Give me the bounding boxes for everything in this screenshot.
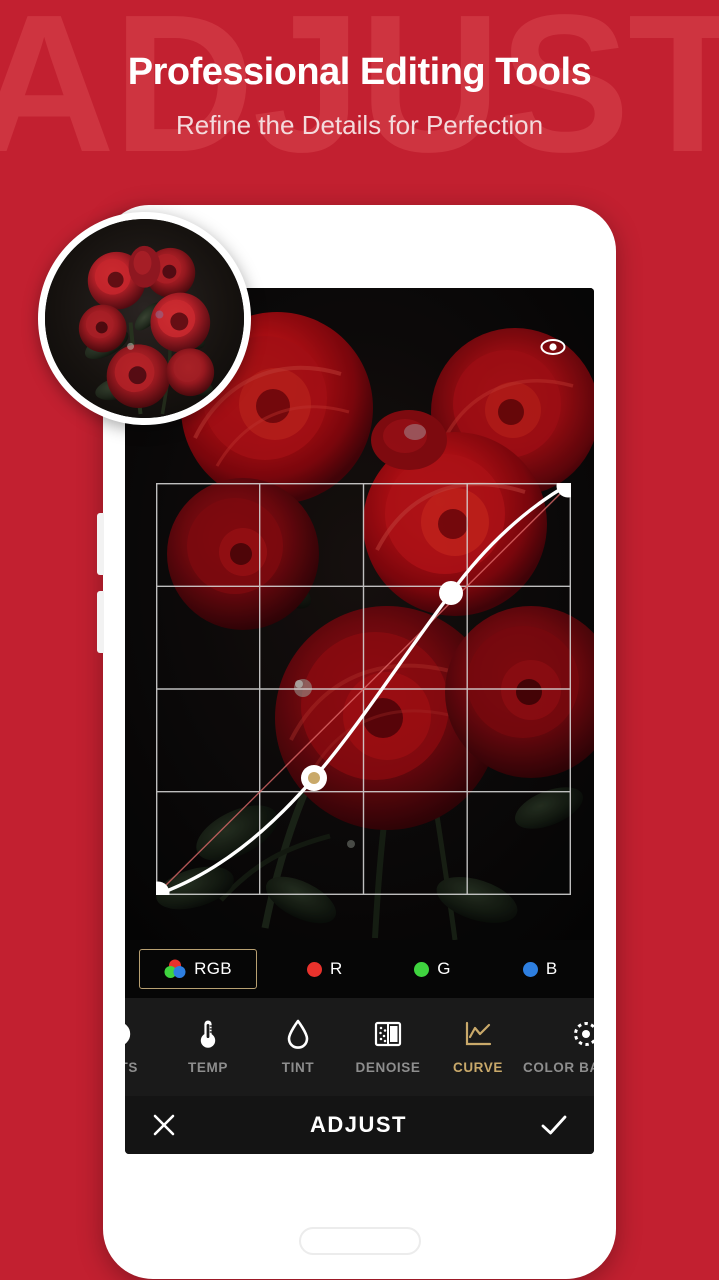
curve-point-midtones — [439, 581, 463, 605]
channel-r-label: R — [330, 959, 343, 978]
action-bar-title: ADJUST — [309, 1112, 407, 1137]
channel-b[interactable]: B — [486, 949, 594, 989]
tool-strip[interactable]: GHTS TEMP — [125, 998, 594, 1096]
dot-icon — [414, 961, 430, 977]
promo-header: Professional Editing Tools Refine the De… — [0, 0, 719, 141]
volume-up-button[interactable] — [97, 513, 104, 575]
tool-tint-label: TINT — [281, 1060, 315, 1075]
tool-curve-label: CURVE — [452, 1060, 503, 1075]
tool-tint[interactable]: TINT — [253, 998, 343, 1096]
tool-temp-label: TEMP — [188, 1060, 228, 1075]
tool-curve[interactable]: CURVE — [433, 998, 523, 1096]
rgb-venn-icon — [164, 959, 186, 978]
channel-g[interactable]: G — [379, 949, 487, 989]
volume-down-button[interactable] — [97, 591, 104, 653]
check-icon[interactable] — [540, 1112, 568, 1138]
channel-selector[interactable]: RGB R G B — [125, 940, 594, 998]
tool-color-balance[interactable]: COLOR BALANCE — [523, 998, 594, 1096]
thumbnail-roses — [45, 219, 244, 418]
channel-b-label: B — [545, 959, 558, 978]
home-button[interactable] — [298, 1227, 421, 1255]
dot-icon — [307, 961, 323, 977]
denoise-icon — [374, 1019, 402, 1049]
close-icon[interactable] — [151, 1112, 177, 1138]
channel-g-label: G — [437, 959, 451, 978]
page-title: Professional Editing Tools — [127, 51, 592, 93]
action-bar: ADJUST — [125, 1096, 594, 1154]
tool-denoise[interactable]: DENOISE — [343, 998, 433, 1096]
channel-rgb[interactable]: RGB — [139, 949, 257, 989]
avatar — [45, 219, 244, 418]
tool-color-balance-label: COLOR BALANCE — [523, 1060, 594, 1075]
eye-icon[interactable] — [538, 332, 568, 362]
tool-temp[interactable]: TEMP — [163, 998, 253, 1096]
tool-highlights-label: GHTS — [125, 1060, 138, 1075]
dot-icon — [522, 961, 538, 977]
channel-rgb-label: RGB — [194, 959, 232, 978]
curve-point-darks-selected — [301, 765, 327, 791]
thermometer-icon — [195, 1019, 221, 1049]
channel-r[interactable]: R — [271, 949, 379, 989]
tool-denoise-label: DENOISE — [355, 1060, 421, 1075]
droplet-icon — [286, 1019, 310, 1049]
original-preview-bubble[interactable] — [38, 212, 251, 425]
tone-curve-editor[interactable] — [156, 483, 571, 895]
color-balance-icon — [571, 1019, 594, 1049]
page-subtitle: Refine the Details for Perfection — [175, 109, 544, 140]
tool-highlights[interactable]: GHTS — [125, 998, 163, 1096]
highlights-icon — [125, 1019, 132, 1049]
curve-chart-icon — [464, 1019, 492, 1049]
phone-screen: RGB R G B S TEMP TINT DENOISE CURVE COLO… — [125, 288, 594, 1154]
